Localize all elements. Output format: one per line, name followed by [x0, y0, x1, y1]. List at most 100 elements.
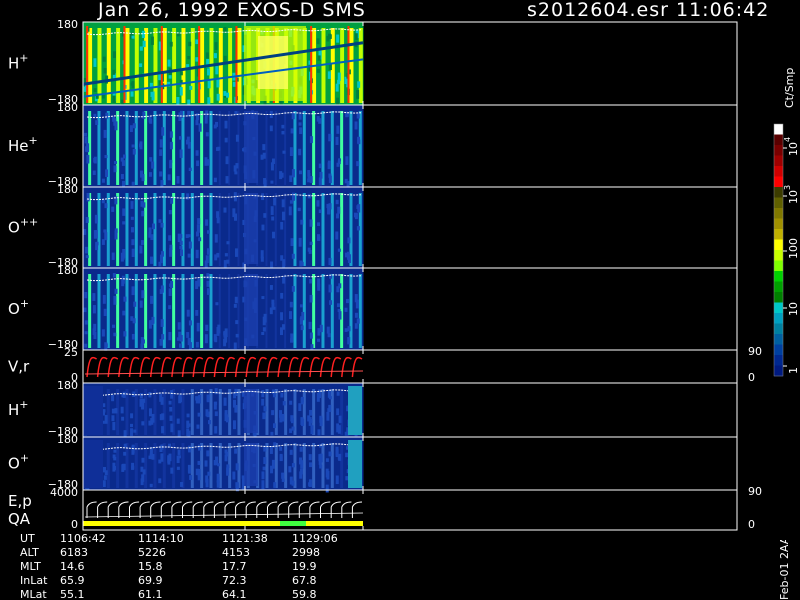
vr-sweep — [234, 356, 246, 378]
spectro-stripe — [125, 193, 129, 266]
spectro-speckle — [216, 473, 220, 483]
spectro-speckle — [206, 230, 210, 234]
vr-sweep — [139, 356, 151, 378]
spectro-stripe — [228, 274, 231, 348]
spectro-column-bg — [185, 437, 196, 490]
spectro-stripe — [181, 443, 185, 488]
spectro-speckle — [300, 396, 304, 403]
spectro-speckle — [356, 89, 360, 99]
spectro-speckle — [186, 309, 190, 317]
panel-4 — [84, 356, 364, 378]
panel-label-sup: + — [20, 297, 29, 310]
panel-label: O++ — [8, 216, 38, 237]
spectro-stripe — [228, 28, 233, 103]
spectro-speckle — [84, 343, 88, 348]
spectro-speckle — [290, 238, 294, 247]
spectro-speckle — [176, 418, 180, 424]
spectro-speckle — [300, 325, 304, 331]
spectro-speckle — [151, 454, 155, 460]
spectro-speckle — [273, 442, 277, 448]
table-cell: 67.8 — [292, 574, 317, 587]
spectro-speckle — [300, 316, 304, 320]
spectro-column-bg — [297, 268, 308, 350]
spectro-speckle — [159, 171, 163, 177]
spectro-speckle — [177, 449, 181, 455]
spectro-speckle — [139, 245, 143, 254]
spectro-speckle — [354, 312, 358, 318]
spectro-speckle — [298, 237, 302, 247]
spectro-column-bg — [223, 383, 233, 437]
spectro-speckle — [148, 408, 152, 417]
spectro-speckle — [207, 68, 211, 76]
panel-label: V,r — [8, 358, 30, 376]
spectro-speckle — [131, 286, 135, 296]
spectro-speckle — [318, 177, 322, 186]
y-tick-top: 180 — [57, 18, 78, 31]
qa-bar — [83, 521, 280, 526]
spectro-speckle — [280, 221, 284, 230]
spectro-speckle — [130, 227, 134, 233]
spectro-stripe — [153, 111, 157, 185]
spectro-speckle — [261, 296, 265, 300]
spectro-speckle — [159, 393, 163, 402]
spectro-speckle — [149, 157, 153, 162]
spectro-speckle — [291, 463, 295, 468]
spectro-speckle — [280, 392, 284, 398]
spectro-speckle — [84, 320, 88, 325]
spectro-speckle — [158, 219, 162, 223]
spectro-speckle — [179, 149, 183, 158]
spectro-column-bg — [260, 268, 271, 350]
spectro-speckle — [316, 68, 320, 73]
spectro-speckle — [195, 309, 199, 316]
spectro-speckle — [207, 80, 211, 89]
spectro-stripe — [209, 274, 213, 348]
spectro-speckle — [160, 453, 164, 462]
spectro-speckle — [179, 87, 183, 96]
spectro-column-bg — [139, 437, 149, 490]
spectro-speckle — [206, 248, 210, 255]
ep-sweep — [277, 501, 288, 518]
ep-sweep — [118, 501, 129, 518]
spectro-speckle — [142, 111, 146, 119]
spectro-speckle — [289, 301, 293, 308]
spectro-speckle — [260, 250, 264, 259]
spectro-speckle — [263, 457, 267, 464]
spectro-speckle — [234, 296, 238, 304]
spectro-stripe — [106, 274, 110, 348]
spectro-speckle — [160, 285, 164, 293]
spectro-speckle — [337, 79, 341, 85]
spectro-speckle — [309, 462, 313, 468]
spectro-speckle — [317, 283, 321, 291]
spectro-speckle — [281, 413, 285, 422]
spectro-speckle — [133, 429, 137, 433]
spectro-stripe — [153, 389, 157, 435]
spectro-speckle — [188, 234, 192, 238]
ep-sweep — [213, 501, 225, 518]
spectro-speckle — [356, 112, 360, 119]
spectro-speckle — [187, 253, 191, 258]
spectro-stripe — [218, 389, 222, 435]
spectro-speckle — [214, 411, 218, 417]
spectro-speckle — [262, 466, 266, 471]
spectro-speckle — [168, 235, 172, 241]
spectro-speckle — [328, 257, 332, 266]
spectro-speckle — [142, 398, 146, 403]
spectro-speckle — [168, 210, 172, 215]
spectro-speckle — [273, 197, 277, 206]
spectro-speckle — [120, 157, 124, 162]
vr-sweep — [181, 356, 193, 378]
spectro-speckle — [271, 459, 275, 469]
vr-sweep — [319, 356, 331, 378]
spectro-speckle — [235, 320, 239, 325]
spectro-speckle — [167, 174, 171, 181]
spectro-speckle — [291, 112, 295, 120]
spectro-speckle — [120, 174, 124, 180]
spectro-speckle — [150, 418, 154, 425]
spectro-speckle — [356, 161, 360, 167]
spectro-speckle — [204, 334, 208, 344]
ep-sweep — [267, 501, 278, 518]
spectro-speckle — [347, 337, 351, 345]
spectro-speckle — [195, 119, 199, 126]
spectro-speckle — [317, 429, 321, 436]
spectro-speckle — [141, 421, 145, 426]
